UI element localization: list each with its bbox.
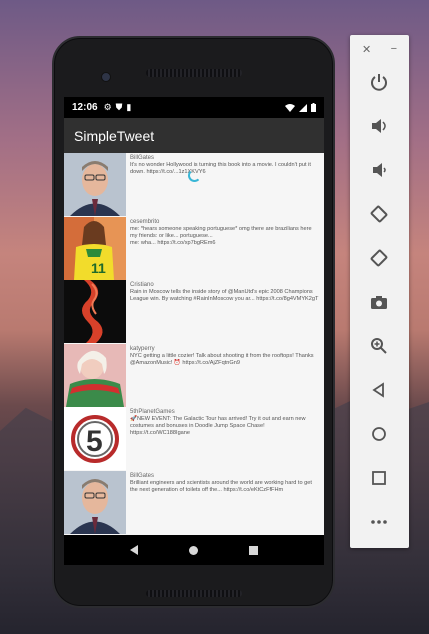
zoom-icon[interactable] bbox=[364, 333, 394, 359]
status-time: 12:06 bbox=[72, 102, 98, 113]
tweet-list[interactable]: BillGates It's no wonder Hollywood is tu… bbox=[64, 153, 324, 535]
rotate-left-icon[interactable] bbox=[364, 201, 394, 227]
phone-screen: 12:06 ⚙ ⛊ ▮ SimpleTweet BillGates It's n… bbox=[64, 97, 324, 565]
loading-spinner bbox=[188, 169, 201, 182]
top-speaker bbox=[146, 69, 242, 77]
tweet-username: BillGates bbox=[130, 472, 155, 479]
tweet-item[interactable]: 5 5thPlanetGames 🚀NEW EVENT: The Galacti… bbox=[64, 407, 324, 471]
avatar[interactable]: 11 bbox=[64, 216, 126, 280]
minimize-icon[interactable]: − bbox=[391, 43, 397, 56]
app-bar: SimpleTweet bbox=[64, 118, 324, 153]
tweet-username: Cristiano bbox=[130, 282, 154, 288]
tweet-text: Brilliant engineers and scientists aroun… bbox=[130, 479, 312, 493]
nav-recents-icon[interactable] bbox=[249, 545, 259, 555]
avatar[interactable] bbox=[64, 343, 126, 407]
tweet-text: NYC getting a little cozier! Talk about … bbox=[130, 352, 314, 366]
tweet-text: It's no wonder Hollywood is turning this… bbox=[130, 162, 311, 175]
avatar[interactable] bbox=[64, 280, 126, 343]
emulator-toolbar: ✕ − bbox=[350, 35, 409, 548]
svg-text:11: 11 bbox=[91, 260, 106, 276]
tweet-item[interactable]: katyperry NYC getting a little cozier! T… bbox=[64, 343, 324, 408]
bottom-speaker bbox=[146, 590, 242, 597]
nav-back-icon[interactable] bbox=[129, 545, 138, 555]
volume-up-icon[interactable] bbox=[364, 113, 394, 139]
home-icon[interactable] bbox=[364, 421, 394, 447]
front-camera bbox=[101, 72, 111, 82]
more-icon[interactable] bbox=[364, 509, 394, 535]
close-icon[interactable]: ✕ bbox=[362, 43, 371, 56]
tweet-username: BillGates bbox=[130, 155, 155, 161]
wifi-icon bbox=[285, 103, 295, 112]
avatar[interactable]: 5 bbox=[64, 407, 126, 470]
tweet-item[interactable]: 11 cesembrito me: *hears someone speakin… bbox=[64, 216, 324, 281]
tweet-text: me: *hears someone speaking portuguese* … bbox=[130, 225, 312, 246]
overview-icon[interactable] bbox=[364, 465, 394, 491]
tweet-username: cesembrito bbox=[130, 218, 160, 225]
signal-icon bbox=[299, 103, 307, 112]
navigation-bar bbox=[64, 535, 324, 565]
tweet-item[interactable]: Cristiano Rain in Moscow tells the insid… bbox=[64, 280, 324, 344]
back-icon[interactable] bbox=[364, 377, 394, 403]
nav-home-icon[interactable] bbox=[188, 545, 198, 555]
tweet-text: Rain in Moscow tells the inside story of… bbox=[130, 289, 319, 302]
rotate-right-icon[interactable] bbox=[364, 245, 394, 271]
tweet-username: katyperry bbox=[130, 345, 155, 352]
avatar[interactable] bbox=[64, 470, 126, 534]
tweet-item[interactable]: BillGates It's no wonder Hollywood is tu… bbox=[64, 153, 324, 217]
avatar[interactable] bbox=[64, 153, 126, 216]
battery-icon bbox=[311, 103, 316, 112]
tweet-text: 🚀NEW EVENT: The Galactic Tour has arrive… bbox=[130, 416, 306, 436]
power-icon[interactable] bbox=[364, 69, 394, 95]
settings-icon: ⚙ bbox=[103, 102, 112, 112]
camera-icon[interactable] bbox=[364, 289, 394, 315]
svg-text:5: 5 bbox=[86, 425, 103, 458]
volume-down-icon[interactable] bbox=[364, 157, 394, 183]
tweet-item[interactable]: BillGates Brilliant engineers and scient… bbox=[64, 470, 324, 535]
tweet-username: 5thPlanetGames bbox=[130, 409, 175, 415]
shield-icon: ⛊ bbox=[115, 102, 123, 112]
sd-card-icon: ▮ bbox=[126, 102, 132, 112]
app-title: SimpleTweet bbox=[74, 127, 155, 144]
status-bar: 12:06 ⚙ ⛊ ▮ bbox=[64, 97, 324, 118]
